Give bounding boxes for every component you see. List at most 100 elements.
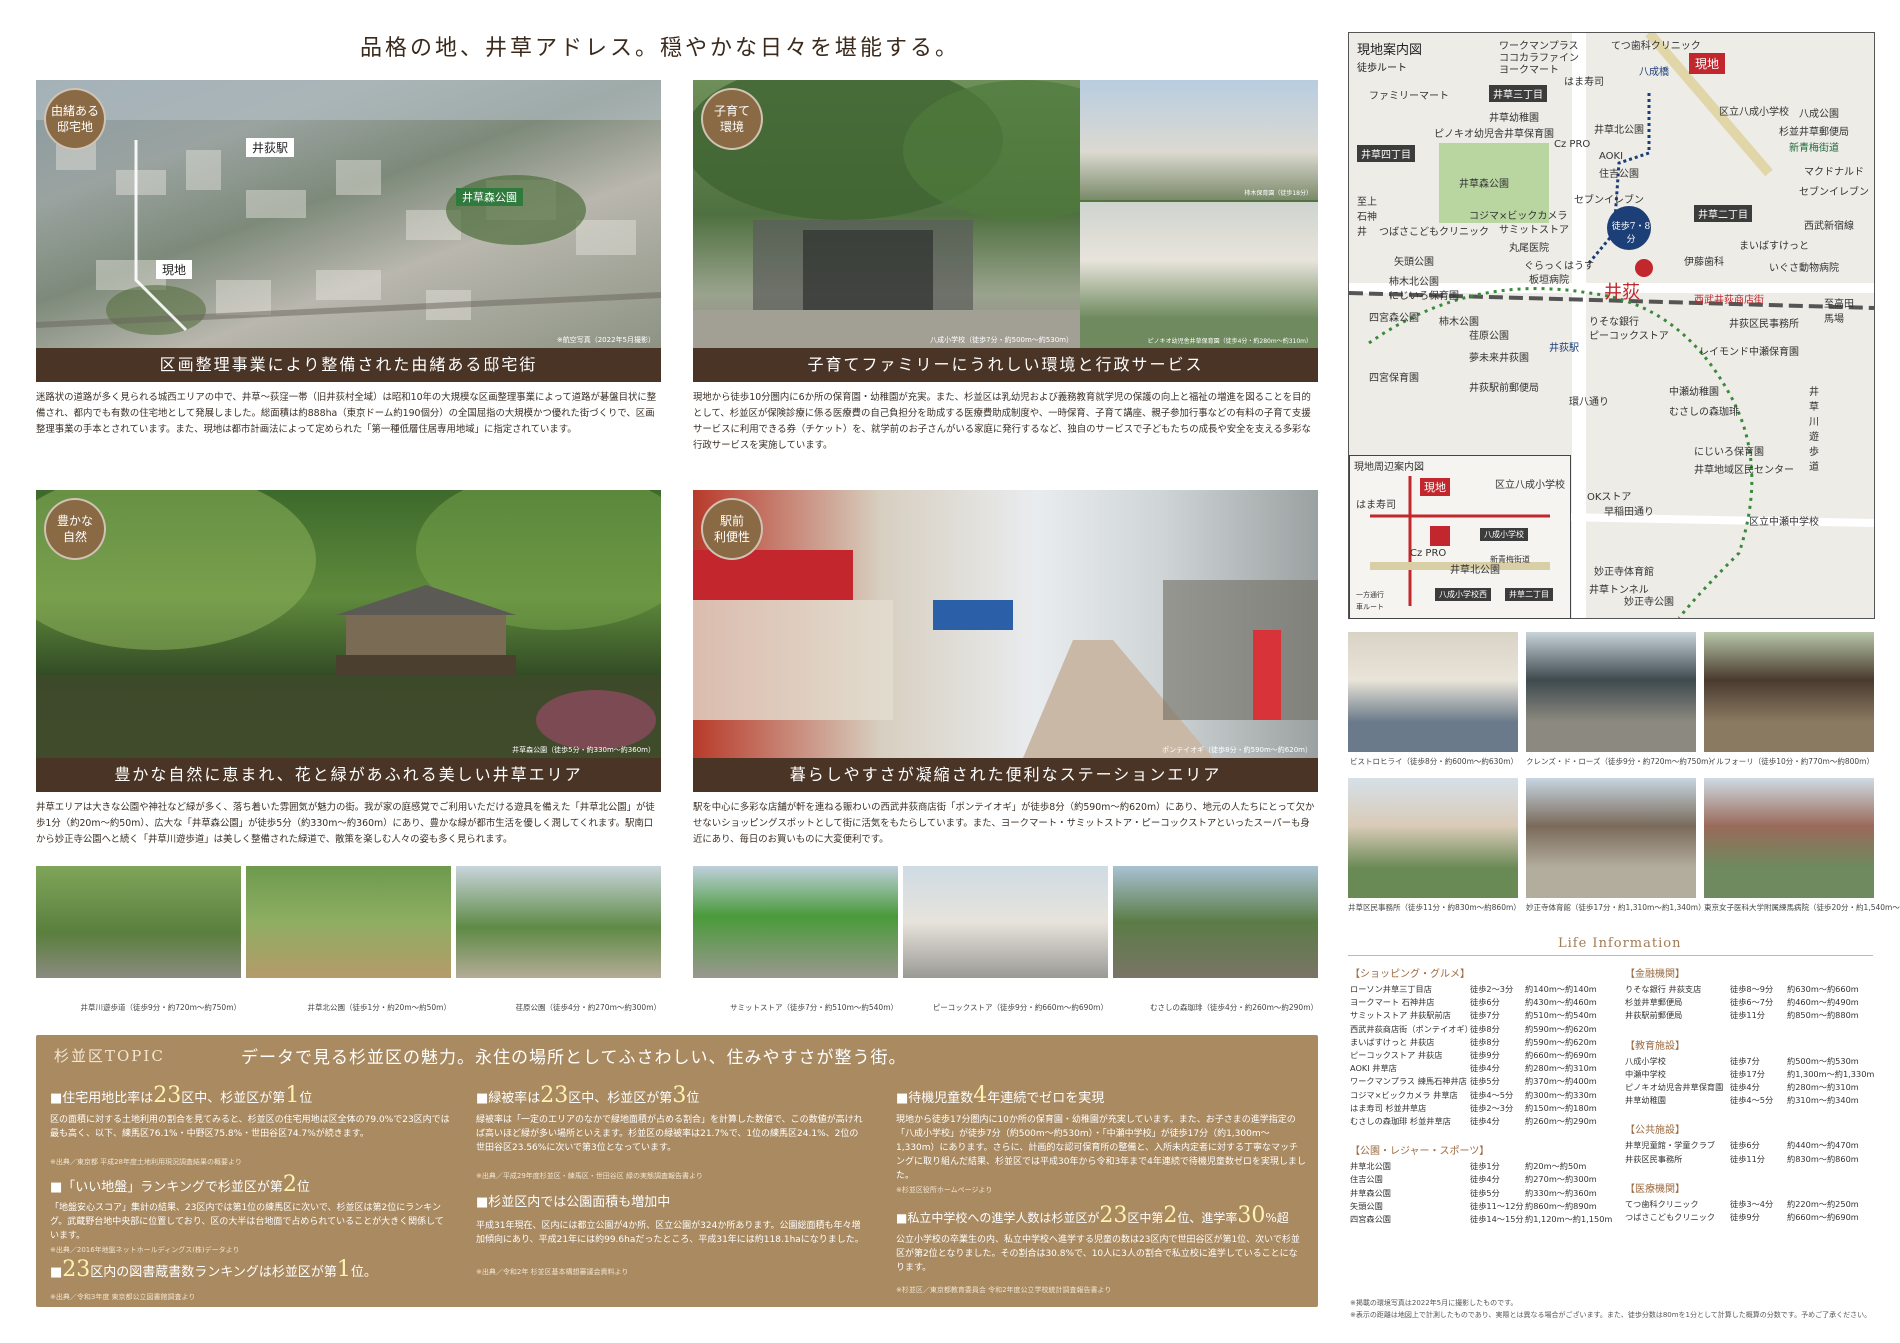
map-label: りそな銀行 <box>1589 317 1639 328</box>
life-photo-caption: 妙正寺体育館（徒歩17分・約1,310m～約1,340m） <box>1526 903 1706 912</box>
map-label: つばさこどもクリニック <box>1379 227 1489 238</box>
life-info-row: つばさこどもクリニック 徒歩9分 約660m～約690m <box>1625 1211 1875 1223</box>
walk-time: 徒歩6分 <box>1470 997 1500 1008</box>
life-photo <box>1704 632 1874 752</box>
distance: 約370m～約400m <box>1525 1076 1597 1087</box>
distance: 約660m～約690m <box>1525 1050 1597 1060</box>
walk-time: 徒歩4分 <box>1470 1063 1500 1074</box>
life-info-category: 【医療機関】 <box>1625 1183 1685 1195</box>
distance: 約830m～約860m <box>1787 1153 1859 1164</box>
walk-time: 徒歩5分 <box>1470 1187 1500 1198</box>
distance: 約1,120m～約1,150m <box>1525 1214 1613 1224</box>
facility-name: 井荻区民事務所 <box>1625 1153 1683 1164</box>
page-title: 品格の地、井草アドレス。穏やかな日々を堪能する。 <box>359 36 960 61</box>
caption-bar: 子育てファミリーにうれしい環境と行政サービス <box>693 348 1318 382</box>
panel-body-text: 現地から徒歩10分圏内に6か所の保育園・幼稚園が充実。また、杉並区は乳幼児および… <box>693 392 1311 451</box>
distance: 約590m～約620m <box>1525 1023 1597 1034</box>
topic-item-source: ※出典／平成29年度杉並区・練馬区・世田谷区 緑の実態調査報告書より <box>476 1172 703 1180</box>
small-photo-caption: むさしの森珈琲（徒歩4分・約260m～約290m） <box>1149 1003 1318 1012</box>
walk-time: 徒歩9分 <box>1730 1212 1760 1222</box>
map-label: 井草地域区民センター <box>1694 465 1794 476</box>
life-photo-caption: ビストロヒライ（徒歩8分・約600m～約630m） <box>1349 757 1518 766</box>
distance: 約260m～約290m <box>1525 1116 1597 1126</box>
life-photo <box>1348 632 1518 752</box>
distance: 約310m～約340m <box>1787 1095 1859 1106</box>
life-info-row: 西武井荻商店街（ポンテイオギ） 徒歩8分 約590m～約620m <box>1350 1023 1610 1035</box>
map-route-legend: 徒歩ルート <box>1357 63 1407 74</box>
inset-label: 八成小学校西 <box>1435 588 1491 601</box>
panel-residential: 由緒ある 邸宅地 井荻駅 井草森公園 現地 ※航空写真（2022年5月撮影） 区… <box>36 80 661 382</box>
distance: 約330m～約360m <box>1525 1187 1597 1198</box>
map-label: 新青梅街道 <box>1789 143 1839 154</box>
life-info-row: てつ歯科クリニック 徒歩3～4分 約220m～約250m <box>1625 1198 1875 1210</box>
map-label: ファミリーマート <box>1369 91 1449 102</box>
badge-station: 駅前 利便性 <box>701 498 763 560</box>
map-label: Cz PRO <box>1554 139 1591 150</box>
small-photo <box>246 866 451 978</box>
walk-time: 徒歩4分 <box>1470 1116 1500 1126</box>
topic-item-title: ■杉並区内では公園面積も増加中 <box>476 1195 671 1210</box>
life-info-title: Life Information <box>1558 936 1682 951</box>
life-info-row: 杉並井草郵便局 徒歩6～7分 約460m～約490m <box>1625 996 1875 1008</box>
panel-body-text: 駅を中心に多彩な店舗が軒を連ねる賑わいの西武井荻商店街「ポンテイオギ」が徒歩8分… <box>693 802 1315 845</box>
life-info-column-1: 【ショッピング・グルメ】ローソン井草三丁目店 徒歩2～3分 約140m～約140m ヨ… <box>1350 965 1613 1265</box>
facility-name: りそな銀行 井荻支店 <box>1625 984 1702 994</box>
map-label: ヨークマート <box>1499 65 1559 76</box>
map-site-marker: 現地 <box>1689 53 1726 74</box>
caption-bar: 区画整理事業により整備された由緒ある邸宅街 <box>36 348 661 382</box>
inset-label: Cz PRO <box>1410 548 1447 559</box>
map-label: 荏原公園 <box>1469 331 1509 342</box>
facility-name: 井荻駅前郵便局 <box>1625 1010 1683 1021</box>
nursery-photo-2: ピノキオ幼児舎井草保育園（徒歩4分・約280m～約310m） <box>1080 202 1318 348</box>
life-info-row: 井草児童館・学童クラブ 徒歩6分 約440m～約470m <box>1625 1139 1875 1151</box>
label-site: 現地 <box>156 260 193 279</box>
facility-name: ピノキオ幼児舎井草保育園 <box>1625 1082 1724 1092</box>
topic-item-title: ■23区内の図書蔵書数ランキングは杉並区が第1位。 <box>50 1257 377 1282</box>
footnote: ※掲載の環境写真は2022年5月に撮影したものです。 <box>1350 1299 1518 1307</box>
facility-name: ヨークマート 石神井店 <box>1350 997 1435 1008</box>
panel-body-text: 井草エリアは大きな公園や神社など緑が多く、落ち着いた雰囲気が魅力の街。我が家の庭… <box>36 802 655 845</box>
life-photo-caption: クレンズ・ド・ローズ（徒歩9分・約720m～約750m） <box>1526 757 1716 766</box>
life-info-row: 井草森公園 徒歩5分 約330m～約360m <box>1350 1187 1610 1199</box>
map-label: 柿木北公園 <box>1389 277 1439 288</box>
life-info-row: まいばすけっと 井荻店 徒歩8分 約590m～約620m <box>1350 1036 1610 1048</box>
life-photo <box>1704 778 1874 898</box>
life-info-row: 井荻区民事務所 徒歩11分 約830m～約860m <box>1625 1153 1875 1165</box>
map-label: 井草幼稚園 <box>1489 113 1539 124</box>
map-label: AOKI <box>1599 151 1624 162</box>
badge-residential: 由緒ある 邸宅地 <box>44 88 106 150</box>
map-label: 住吉公園 <box>1599 169 1639 180</box>
inset-legend: 一方通行 <box>1356 591 1384 599</box>
inset-label: 区立八成小学校 <box>1495 480 1565 491</box>
small-photo-caption: 荏原公園（徒歩4分・約270m～約300m） <box>515 1003 661 1012</box>
map-walk-badge: 徒歩7・8分 <box>1611 222 1651 245</box>
walk-time: 徒歩8～9分 <box>1730 984 1774 994</box>
photo-note: ポンテイオギ（徒歩8分・約590m～約620m） <box>1162 746 1312 754</box>
small-photo-caption: ピーコックストア（徒歩9分・約660m～約690m） <box>932 1003 1108 1012</box>
map-label: 板垣病院 <box>1529 275 1569 286</box>
map-label: OKストア <box>1587 492 1632 503</box>
map-label: いぐさ動物病院 <box>1769 263 1839 274</box>
badge-childcare: 子育て 環境 <box>701 88 763 150</box>
map-label: 井荻区民事務所 <box>1729 319 1799 330</box>
facility-name: コジマ×ビックカメラ 井草店 <box>1350 1089 1458 1100</box>
topic-headline: データで見る杉並区の魅力。永住の場所としてふさわしい、住みやすさが整う街。 <box>241 1048 907 1068</box>
map-label: 至上石神井 <box>1357 197 1377 238</box>
life-info-row: ヨークマート 石神井店 徒歩6分 約430m～約460m <box>1350 996 1610 1008</box>
distance: 約590m～約620m <box>1525 1036 1597 1047</box>
life-info-row: ローソン井草三丁目店 徒歩2～3分 約140m～約140m <box>1350 983 1610 995</box>
distance: 約1,300m～約1,330m <box>1787 1068 1875 1079</box>
life-info-category: 【ショッピング・グルメ】 <box>1350 969 1470 980</box>
topic-item-source: ※出典／令和2年 杉並区基本構想審議会資料より <box>476 1268 629 1276</box>
inset-site-marker: 現地 <box>1420 478 1450 496</box>
walk-time: 徒歩7分 <box>1470 1010 1500 1021</box>
topic-item-source: ※杉並区／東京都教育委員会 令和2年度公立学校統計調査報告書より <box>896 1286 1112 1294</box>
map-label: 井草三丁目 <box>1489 85 1547 102</box>
life-info-row: 住吉公園 徒歩4分 約270m～約300m <box>1350 1173 1610 1185</box>
photo-note: ※航空写真（2022年5月撮影） <box>556 336 655 344</box>
map-label: 区立八成小学校 <box>1719 107 1789 118</box>
map-title: 現地案内図 <box>1357 43 1423 58</box>
map-label: 中瀬幼稚園 <box>1669 387 1719 398</box>
life-info-row: 井草北公園 徒歩1分 約20m～約50m <box>1350 1160 1610 1172</box>
panel-childcare: 柿木保育園（徒歩18分） ピノキオ幼児舎井草保育園（徒歩4分・約280m～約31… <box>693 80 1318 382</box>
